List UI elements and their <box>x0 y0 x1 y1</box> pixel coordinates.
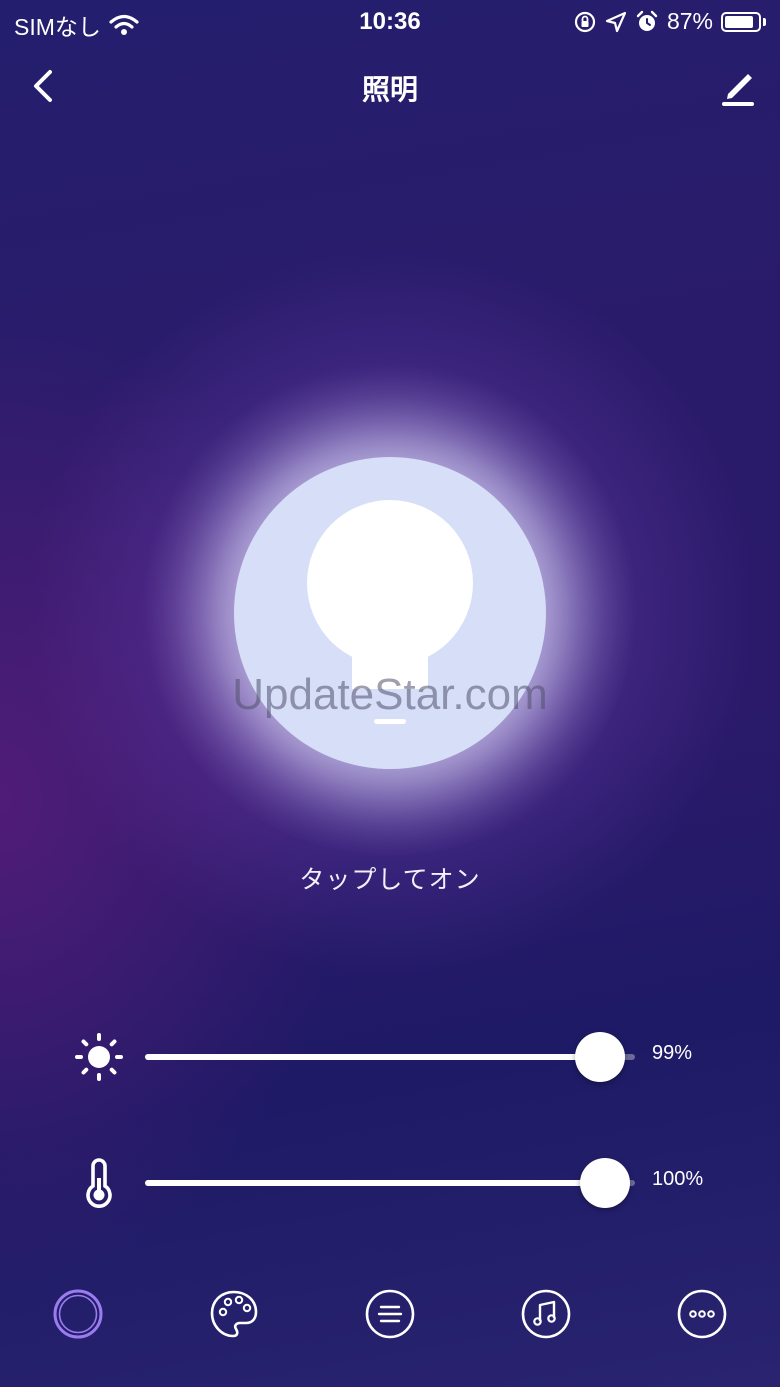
tab-white-light[interactable] <box>52 1288 104 1340</box>
pencil-icon <box>722 74 754 106</box>
nav-bar: 照明 <box>0 50 780 122</box>
battery-level <box>725 15 753 28</box>
thermometer-icon <box>86 1158 112 1208</box>
light-bulb-icon <box>307 500 473 724</box>
music-icon <box>521 1289 571 1339</box>
tab-scenes[interactable] <box>364 1288 416 1340</box>
status-right: 87% <box>573 8 766 35</box>
battery-icon <box>721 11 761 32</box>
watermark: UpdateStar.com <box>232 670 548 719</box>
tab-color-palette[interactable] <box>208 1288 260 1340</box>
brightness-slider-thumb[interactable] <box>575 1032 625 1082</box>
white-light-icon <box>53 1289 103 1339</box>
brightness-slider-track[interactable] <box>145 1032 635 1082</box>
more-icon <box>677 1289 727 1339</box>
location-icon <box>605 11 627 32</box>
alarm-icon <box>636 10 658 31</box>
scenes-icon <box>365 1289 415 1339</box>
battery-tip <box>763 17 766 26</box>
brightness-slider-fill <box>145 1054 600 1060</box>
color-temperature-value: 100% <box>652 1168 704 1190</box>
color-temperature-slider-thumb[interactable] <box>580 1158 630 1208</box>
color-temperature-slider-row: 100% <box>0 1152 780 1212</box>
edit-button[interactable] <box>716 64 760 108</box>
palette-icon <box>210 1290 258 1338</box>
tab-more[interactable] <box>676 1288 728 1340</box>
color-temperature-slider-track[interactable] <box>145 1158 635 1208</box>
color-temperature-slider-fill <box>145 1180 605 1186</box>
sun-icon <box>75 1033 123 1081</box>
battery-percent: 87% <box>666 8 713 34</box>
page-title: 照明 <box>361 73 418 106</box>
orientation-lock-icon <box>574 11 596 32</box>
mode-tab-bar <box>0 1280 780 1350</box>
bulb-power-button[interactable] <box>234 457 546 769</box>
tap-to-turn-on-label: タップしてオン <box>299 865 481 894</box>
tab-music[interactable] <box>520 1288 572 1340</box>
brightness-slider-row: 99% <box>0 1026 780 1086</box>
brightness-value: 99% <box>652 1042 693 1064</box>
status-bar: SIMなし 10:36 87% <box>0 0 780 44</box>
